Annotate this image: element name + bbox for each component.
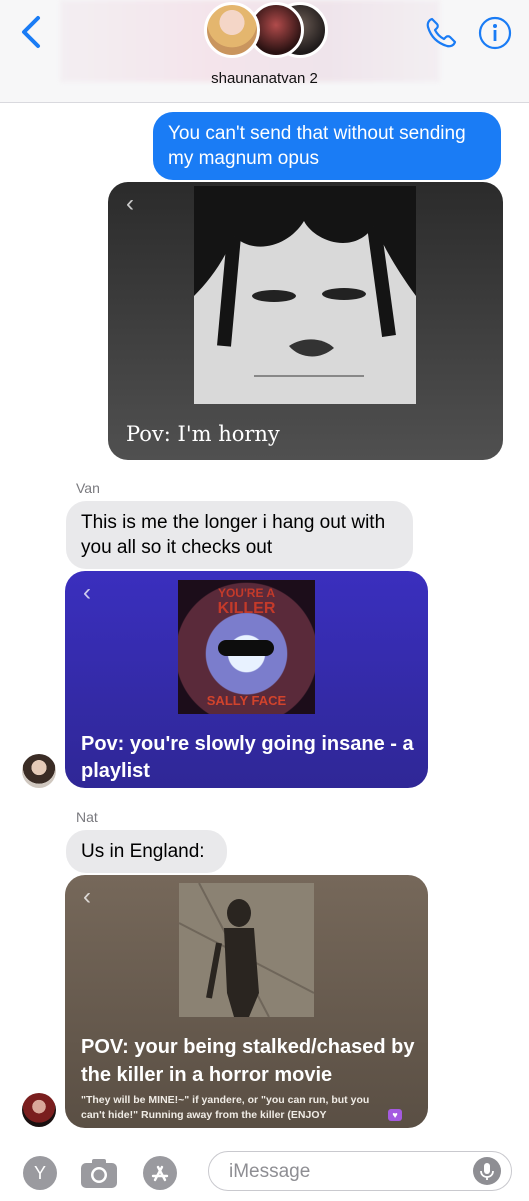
conversation-header: shaunanatvan 2	[0, 0, 529, 103]
playlist-card[interactable]: ‹ POV: your being stalked/chased by the …	[65, 875, 428, 1128]
playlist-cover-art: YOU'RE A KILLER SALLY FACE	[178, 580, 315, 714]
cover-face-eyes	[218, 640, 274, 656]
app-store-icon[interactable]	[143, 1156, 177, 1190]
playlist-title: Pov: you're slowly going insane - a play…	[81, 733, 414, 782]
memoji-button[interactable]: Y	[23, 1156, 57, 1190]
chevron-left-icon: ‹	[83, 883, 91, 910]
microphone-icon[interactable]	[473, 1157, 501, 1185]
playlist-card[interactable]: ‹ YOU'RE A KILLER SALLY FACE Pov: you're…	[65, 571, 428, 788]
cover-art-text: SALLY FACE	[206, 693, 287, 708]
message-input[interactable]: iMessage	[208, 1151, 512, 1191]
cover-art-text: YOU'RE A	[217, 586, 276, 600]
message-composer: Y iMessage	[0, 1145, 529, 1200]
outgoing-message-bubble[interactable]: You can't send that without sending my m…	[153, 112, 501, 180]
playlist-subtitle: "They will be MINE!~" if yandere, or "yo…	[81, 1094, 370, 1121]
incoming-message-bubble[interactable]: This is me the longer i hang out with yo…	[66, 501, 413, 569]
group-avatars[interactable]	[204, 0, 334, 62]
chevron-left-icon: ‹	[83, 579, 91, 606]
chevron-left-icon: ‹	[126, 190, 134, 217]
playlist-cover-art	[179, 883, 314, 1017]
manga-image	[194, 186, 416, 404]
sender-name: Van	[76, 480, 100, 496]
back-chevron-icon[interactable]	[14, 14, 50, 50]
avatar[interactable]	[22, 1093, 56, 1127]
group-name[interactable]: shaunanatvan 2	[0, 70, 529, 87]
avatar	[204, 2, 260, 58]
sender-name: Nat	[76, 809, 98, 825]
camera-icon[interactable]	[79, 1156, 119, 1190]
phone-icon[interactable]	[424, 16, 458, 50]
cover-art-text: KILLER	[217, 600, 276, 617]
incoming-message-bubble[interactable]: Us in England:	[66, 830, 227, 873]
avatar[interactable]	[22, 754, 56, 788]
heart-icon: ♥	[388, 1109, 402, 1121]
link-preview-card[interactable]: ‹ Pov: I'm horny	[108, 182, 503, 460]
message-input-placeholder: iMessage	[229, 1161, 311, 1182]
playlist-title: POV: your being stalked/chased by the ki…	[81, 1036, 415, 1086]
info-icon[interactable]	[478, 16, 512, 50]
card-caption: Pov: I'm horny	[126, 422, 280, 446]
